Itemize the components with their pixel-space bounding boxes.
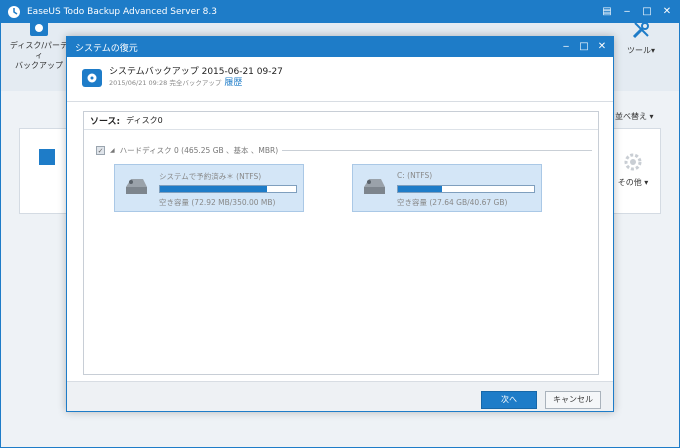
dialog-minimize-button[interactable]: ‒ xyxy=(559,39,573,55)
partition-free-space: 空き容量 (72.92 MB/350.00 MB) xyxy=(159,198,276,207)
backup-name: システムバックアップ 2015-06-21 09-27 xyxy=(109,67,283,77)
chevron-down-icon: ▾ xyxy=(650,46,655,55)
dialog-close-button[interactable]: ✕ xyxy=(595,39,609,55)
history-link[interactable]: 履歴 xyxy=(224,78,242,88)
partition-usage-fill xyxy=(160,186,268,192)
hard-drive-icon xyxy=(364,179,385,194)
tools-label: ツール xyxy=(626,46,651,55)
partition-usage-bar xyxy=(397,185,535,193)
next-button[interactable]: 次へ xyxy=(481,391,537,409)
system-backup-icon xyxy=(82,69,102,87)
disk-row: ✓ ◢ ハードディスク 0 (465.25 GB 、基本 、MBR) xyxy=(96,144,592,156)
dialog-separator xyxy=(67,101,613,102)
app-menu-icon[interactable]: ▤ xyxy=(599,4,615,20)
disk-backup-icon xyxy=(30,20,48,36)
other-label: その他 xyxy=(617,178,642,187)
sort-label: 並べ替え xyxy=(615,112,647,121)
disk-partition-backup-tool[interactable]: ディスク/パーティ バックアップ xyxy=(9,17,69,71)
system-restore-dialog: システムの復元 ‒ □ ✕ システムバックアップ 2015-06-21 09-2… xyxy=(66,36,614,412)
app-minimize-button[interactable]: ‒ xyxy=(619,4,635,20)
disk-checkbox[interactable]: ✓ xyxy=(96,145,105,155)
source-panel: ソース: ディスク0 ✓ ◢ ハードディスク 0 (465.25 GB 、基本 … xyxy=(83,111,599,375)
disk-divider xyxy=(282,149,592,151)
expand-triangle-icon[interactable]: ◢ xyxy=(110,147,115,154)
partition-usage-bar xyxy=(159,185,297,193)
partition-card[interactable]: C: (NTFS) 空き容量 (27.64 GB/40.67 GB) xyxy=(352,164,542,212)
dialog-title: システムの復元 xyxy=(75,43,138,54)
disk-partition-backup-label: ディスク/パーティ バックアップ xyxy=(9,41,69,70)
app-titlebar: EaseUS Todo Backup Advanced Server 8.3 ▤… xyxy=(1,1,679,23)
partition-card[interactable]: システムで予約済み＊ (NTFS) 空き容量 (72.92 MB/350.00 … xyxy=(114,164,304,212)
backup-info: システムバックアップ 2015-06-21 09-27 2015/06/21 0… xyxy=(81,67,283,93)
dialog-titlebar: システムの復元 ‒ □ ✕ xyxy=(67,37,613,57)
partition-name: システムで予約済み＊ (NTFS) xyxy=(159,172,262,181)
source-value: ディスク0 xyxy=(126,116,163,125)
source-label: ソース: xyxy=(90,117,121,127)
tools-menu[interactable]: ツール▾ xyxy=(621,19,661,56)
gear-icon xyxy=(624,153,642,171)
disk-label: ハードディスク 0 (465.25 GB 、基本 、MBR) xyxy=(119,145,279,155)
other-menu[interactable]: その他 ▾ xyxy=(613,151,653,188)
app-close-button[interactable]: ✕ xyxy=(659,4,675,20)
app-maximize-button[interactable]: □ xyxy=(639,4,655,20)
partition-name: C: (NTFS) xyxy=(397,171,433,180)
hard-drive-icon xyxy=(126,179,147,194)
backup-subtitle: 2015/06/21 09:28 完全バックアップ xyxy=(109,79,222,87)
source-header: ソース: ディスク0 xyxy=(84,112,598,130)
dialog-maximize-button[interactable]: □ xyxy=(577,39,591,55)
windows-icon xyxy=(39,149,55,165)
wrench-icon xyxy=(632,22,649,39)
dialog-footer: 次へ キャンセル xyxy=(67,381,613,411)
app-title: EaseUS Todo Backup Advanced Server 8.3 xyxy=(27,7,217,17)
partition-free-space: 空き容量 (27.64 GB/40.67 GB) xyxy=(397,198,508,207)
partition-usage-fill xyxy=(398,186,442,192)
sort-menu[interactable]: 並べ替え ▾ xyxy=(615,111,654,122)
cancel-button[interactable]: キャンセル xyxy=(545,391,601,409)
